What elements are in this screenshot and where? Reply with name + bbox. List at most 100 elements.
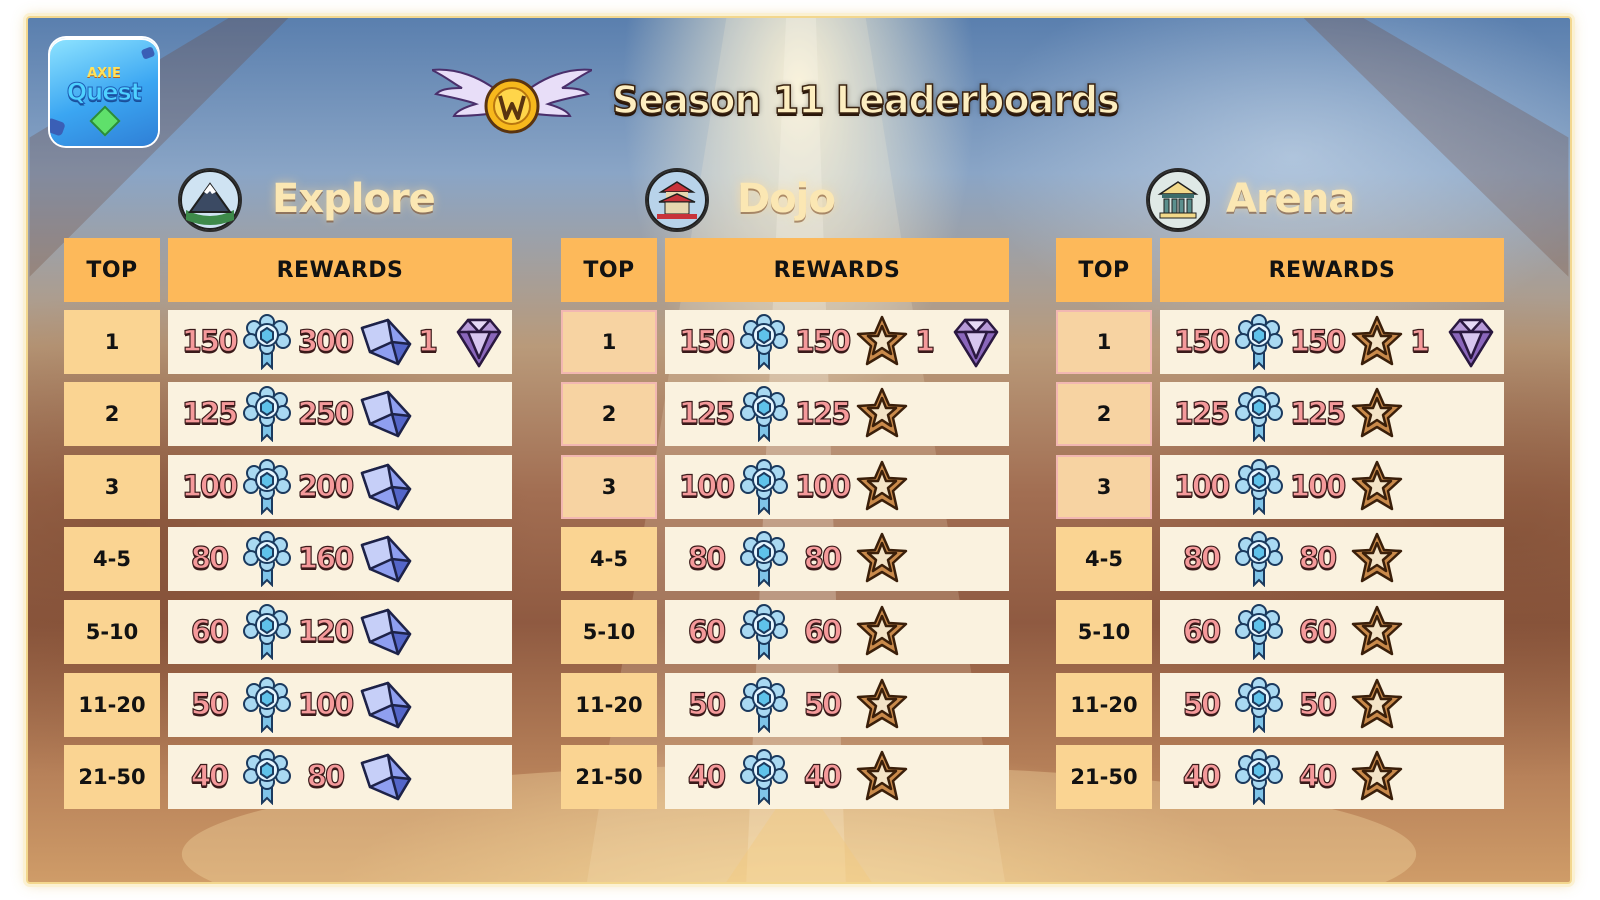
- medal-amount: 80: [687, 540, 727, 575]
- crystal-shard-icon: [358, 604, 412, 660]
- secondary-reward-amount: 50: [803, 686, 843, 721]
- rank-cell: 11-20: [64, 673, 160, 737]
- rank-cell: 5-10: [561, 600, 657, 664]
- bronze-star-icon: [1350, 604, 1404, 660]
- secondary-reward-amount: 80: [803, 540, 843, 575]
- medal-amount: 125: [181, 395, 239, 430]
- table-row: 11-20 50 100: [64, 673, 512, 737]
- medal-icon: [240, 314, 294, 371]
- table-row: 1 150 300 1: [64, 310, 512, 374]
- secondary-reward-amount: 160: [297, 540, 355, 575]
- secondary-reward-amount: 40: [803, 758, 843, 793]
- gem-amount: 1: [417, 323, 438, 358]
- medal-icon: [737, 386, 791, 443]
- medal-amount: 100: [181, 468, 239, 503]
- table-row: 2 125 125: [1056, 382, 1504, 446]
- rank-cell: 11-20: [1056, 673, 1152, 737]
- secondary-reward-amount: 80: [306, 758, 346, 793]
- secondary-reward-amount: 60: [1298, 613, 1338, 648]
- rewards-cell: 50 50: [665, 673, 1009, 737]
- secondary-reward-amount: 150: [1289, 323, 1347, 358]
- leaderboard-explore: Explore TOP REWARDS 1 150 300 1 2 125 250 3 10…: [64, 164, 512, 809]
- table-row: 2 125 250: [64, 382, 512, 446]
- gem-amount: 1: [914, 323, 935, 358]
- mountain-icon: [180, 170, 240, 230]
- table-row: 21-50 40 40: [561, 745, 1009, 809]
- gem-icon: [452, 314, 506, 370]
- crystal-shard-icon: [358, 531, 412, 587]
- rank-cell: 21-50: [561, 745, 657, 809]
- secondary-reward-amount: 120: [297, 613, 355, 648]
- rank-cell: 1: [1056, 310, 1152, 374]
- logo-quest-text: Quest: [66, 78, 143, 107]
- crystal-shard-icon: [358, 386, 412, 442]
- crystal-shard-icon: [358, 314, 412, 370]
- secondary-reward-amount: 300: [297, 323, 355, 358]
- crystal-shard-icon: [358, 677, 412, 733]
- board-heading: Arena: [1056, 164, 1504, 240]
- board-heading: Explore: [64, 164, 512, 240]
- medal-amount: 60: [687, 613, 727, 648]
- board-heading: Dojo: [561, 164, 1009, 240]
- rank-cell: 11-20: [561, 673, 657, 737]
- rewards-cell: 60 120: [168, 600, 512, 664]
- table-row: 11-20 50 50: [1056, 673, 1504, 737]
- table-row: 3 100 100: [561, 455, 1009, 519]
- column-header-top: TOP: [1056, 238, 1152, 302]
- medal-amount: 60: [1182, 613, 1222, 648]
- secondary-reward-amount: 50: [1298, 686, 1338, 721]
- medal-icon: [737, 749, 791, 806]
- rank-cell: 4-5: [561, 527, 657, 591]
- board-title: Arena: [1226, 176, 1355, 222]
- medal-icon: [737, 459, 791, 516]
- bronze-star-icon: [855, 386, 909, 442]
- page-title: Season 11 Leaderboards: [611, 77, 1120, 123]
- secondary-reward-amount: 100: [1289, 468, 1347, 503]
- rank-cell: 2: [1056, 382, 1152, 446]
- rewards-cell: 150 300 1: [168, 310, 512, 374]
- medal-amount: 40: [1182, 758, 1222, 793]
- rewards-cell: 40 40: [1160, 745, 1504, 809]
- bronze-star-icon: [855, 459, 909, 515]
- medal-amount: 50: [1182, 686, 1222, 721]
- rewards-cell: 150 150 1: [1160, 310, 1504, 374]
- table-row: 3 100 200: [64, 455, 512, 519]
- column-header-rewards: REWARDS: [665, 238, 1009, 302]
- table-row: 1 150 150 1: [561, 310, 1009, 374]
- rewards-cell: 125 125: [1160, 382, 1504, 446]
- rank-cell: 2: [64, 382, 160, 446]
- secondary-reward-amount: 100: [297, 686, 355, 721]
- temple-icon: [1148, 170, 1208, 230]
- medal-icon: [240, 604, 294, 661]
- crystal-shard-icon: [358, 749, 412, 805]
- column-header-top: TOP: [64, 238, 160, 302]
- medal-icon: [1232, 677, 1286, 734]
- medal-icon: [1232, 749, 1286, 806]
- rank-cell: 5-10: [1056, 600, 1152, 664]
- crystal-shard-icon: [358, 459, 412, 515]
- board-title: Dojo: [737, 176, 836, 222]
- medal-icon: [737, 604, 791, 661]
- leaderboard-dojo: Dojo TOP REWARDS 1 150 150 1 2 125 125 3 100 1…: [561, 164, 1009, 809]
- medal-amount: 60: [190, 613, 230, 648]
- medal-amount: 40: [687, 758, 727, 793]
- medal-amount: 150: [678, 323, 736, 358]
- table-row: 4-5 80 160: [64, 527, 512, 591]
- medal-icon: [240, 749, 294, 806]
- table-row: 5-10 60 60: [561, 600, 1009, 664]
- medal-amount: 125: [678, 395, 736, 430]
- bronze-star-icon: [855, 677, 909, 733]
- secondary-reward-amount: 60: [803, 613, 843, 648]
- bronze-star-icon: [855, 314, 909, 370]
- rank-cell: 21-50: [1056, 745, 1152, 809]
- medal-icon: [240, 459, 294, 516]
- axie-quest-logo: AXIE Quest: [50, 38, 158, 146]
- rewards-cell: 50 100: [168, 673, 512, 737]
- medal-icon: [737, 677, 791, 734]
- rank-cell: 3: [1056, 455, 1152, 519]
- medal-amount: 50: [190, 686, 230, 721]
- rewards-cell: 60 60: [665, 600, 1009, 664]
- rewards-cell: 40 80: [168, 745, 512, 809]
- page-header: Season 11 Leaderboards: [432, 54, 1152, 140]
- rank-cell: 4-5: [1056, 527, 1152, 591]
